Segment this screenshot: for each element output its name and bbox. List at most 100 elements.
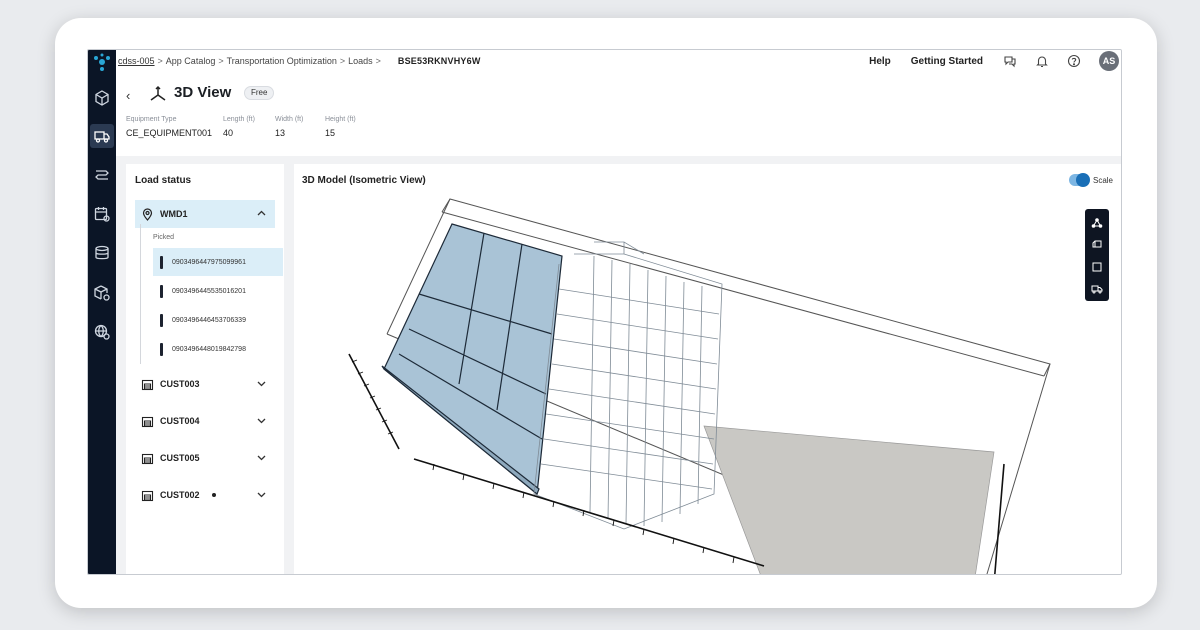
list-item[interactable]: 0903496448019842798 (153, 335, 283, 363)
chevron-down-icon[interactable] (256, 378, 267, 389)
breadcrumb-transportation-optimization[interactable]: Transportation Optimization (227, 56, 337, 66)
group-cust003[interactable]: CUST003 (135, 370, 275, 398)
back-button[interactable]: ‹ (126, 88, 130, 103)
top-bar: cdss-005 > App Catalog > Transportation … (116, 50, 1121, 72)
rail-globe-settings-button[interactable] (90, 320, 114, 344)
field-label: Width (ft) (275, 116, 304, 123)
container-3d-canvas[interactable] (294, 194, 1122, 575)
page-header: ‹ 3D View Free Equipment Type CE_EQUIPME… (116, 72, 1121, 156)
cube-icon (95, 90, 109, 106)
truck-icon (94, 131, 110, 143)
database-icon (95, 245, 109, 260)
top-actions: Help Getting Started AS (869, 50, 1121, 72)
breadcrumb-home[interactable]: cdss-005 (118, 56, 155, 66)
rail-database-button[interactable] (90, 241, 114, 265)
field-label: Equipment Type (126, 116, 177, 123)
warehouse-icon (141, 379, 154, 390)
item-marker (160, 255, 163, 269)
group-label: CUST005 (160, 453, 200, 463)
toolbox-axes-button[interactable] (1089, 215, 1105, 231)
bell-icon[interactable] (1035, 54, 1049, 68)
share-nodes-icon (1091, 218, 1103, 228)
warehouse-icon (141, 490, 154, 501)
3d-axes-icon (150, 85, 166, 101)
breadcrumb-current-load: BSE53RKNVHY6W (397, 56, 481, 66)
item-marker (160, 284, 163, 298)
model-panel: 3D Model (Isometric View) Scale (294, 164, 1122, 575)
breadcrumb-separator: > (157, 56, 163, 66)
field-value: CE_EQUIPMENT001 (126, 128, 213, 138)
toolbox-side-view-button[interactable] (1089, 237, 1105, 253)
chat-icon[interactable] (1003, 54, 1017, 68)
breadcrumb-separator: > (339, 56, 346, 66)
list-item[interactable]: 0903496445535016201 (153, 277, 283, 305)
page-title: 3D View (174, 84, 232, 101)
item-label: 0903496446453706339 (172, 316, 246, 324)
list-item[interactable]: 0903496447975099961 (153, 248, 283, 276)
breadcrumb-separator: > (375, 56, 381, 66)
rail-truck-button[interactable] (90, 124, 114, 148)
getting-started-link[interactable]: Getting Started (911, 56, 983, 67)
location-pin-icon (142, 207, 153, 221)
side-view-icon (1092, 240, 1102, 248)
field-label: Length (ft) (223, 116, 255, 123)
avatar[interactable]: AS (1099, 51, 1119, 71)
calendar-settings-icon (94, 207, 110, 222)
item-label: 0903496448019842798 (172, 345, 246, 353)
nav-rail (88, 50, 116, 574)
help-icon[interactable] (1067, 54, 1081, 68)
scale-label: Scale (1092, 176, 1113, 185)
square-icon (1092, 262, 1102, 272)
view-toolbox (1085, 209, 1109, 301)
route-icon (95, 170, 109, 180)
rail-cube-button[interactable] (90, 86, 114, 110)
group-label: CUST003 (160, 379, 200, 389)
unread-dot (211, 493, 216, 497)
field-value: 13 (275, 128, 286, 138)
chevron-up-icon[interactable] (256, 208, 267, 219)
truck-icon (1091, 285, 1103, 294)
width-field: Width (ft) 13 (275, 116, 303, 138)
breadcrumb: cdss-005 > App Catalog > Transportation … (116, 56, 481, 66)
length-field: Length (ft) 40 (223, 116, 255, 138)
item-label: 0903496447975099961 (172, 258, 246, 266)
rail-route-button[interactable] (90, 163, 114, 187)
field-value: 40 (223, 128, 234, 138)
model-panel-title: 3D Model (Isometric View) (302, 175, 426, 186)
list-item[interactable]: 0903496446453706339 (153, 306, 283, 334)
group-cust002[interactable]: CUST002 (135, 481, 275, 509)
field-label: Height (ft) (325, 116, 356, 123)
box-settings-icon (94, 285, 110, 301)
chevron-down-icon[interactable] (256, 452, 267, 463)
chevron-down-icon[interactable] (256, 489, 267, 500)
app-logo-icon (94, 53, 110, 71)
wireframe-cargo-boxes (533, 241, 723, 530)
solid-cargo-block (381, 223, 563, 496)
tree-connector (140, 224, 141, 364)
group-label: CUST004 (160, 416, 200, 426)
help-link[interactable]: Help (869, 56, 891, 67)
group-wmd1[interactable]: WMD1 (135, 200, 275, 228)
breadcrumb-separator: > (218, 56, 224, 66)
field-value: 15 (325, 128, 336, 138)
globe-settings-icon (94, 324, 110, 340)
breadcrumb-loads[interactable]: Loads (348, 56, 373, 66)
load-status-panel: Load status WMD1 Picked 0903496447975099… (126, 164, 284, 574)
group-cust005[interactable]: CUST005 (135, 444, 275, 472)
item-marker (160, 313, 163, 327)
group-cust004[interactable]: CUST004 (135, 407, 275, 435)
picked-label: Picked (153, 234, 175, 241)
item-marker (160, 342, 163, 356)
breadcrumb-app-catalog[interactable]: App Catalog (166, 56, 216, 66)
toolbox-front-view-button[interactable] (1089, 259, 1105, 275)
rail-box-settings-button[interactable] (90, 281, 114, 305)
chevron-down-icon[interactable] (256, 415, 267, 426)
toolbox-truck-view-button[interactable] (1089, 281, 1105, 297)
rail-calendar-button[interactable] (90, 202, 114, 226)
plan-badge: Free (244, 86, 275, 100)
toggle-knob (1076, 173, 1090, 187)
group-label: CUST002 (160, 490, 200, 500)
warehouse-icon (141, 416, 154, 427)
group-label: WMD1 (160, 209, 188, 219)
scale-toggle[interactable] (1069, 173, 1090, 187)
